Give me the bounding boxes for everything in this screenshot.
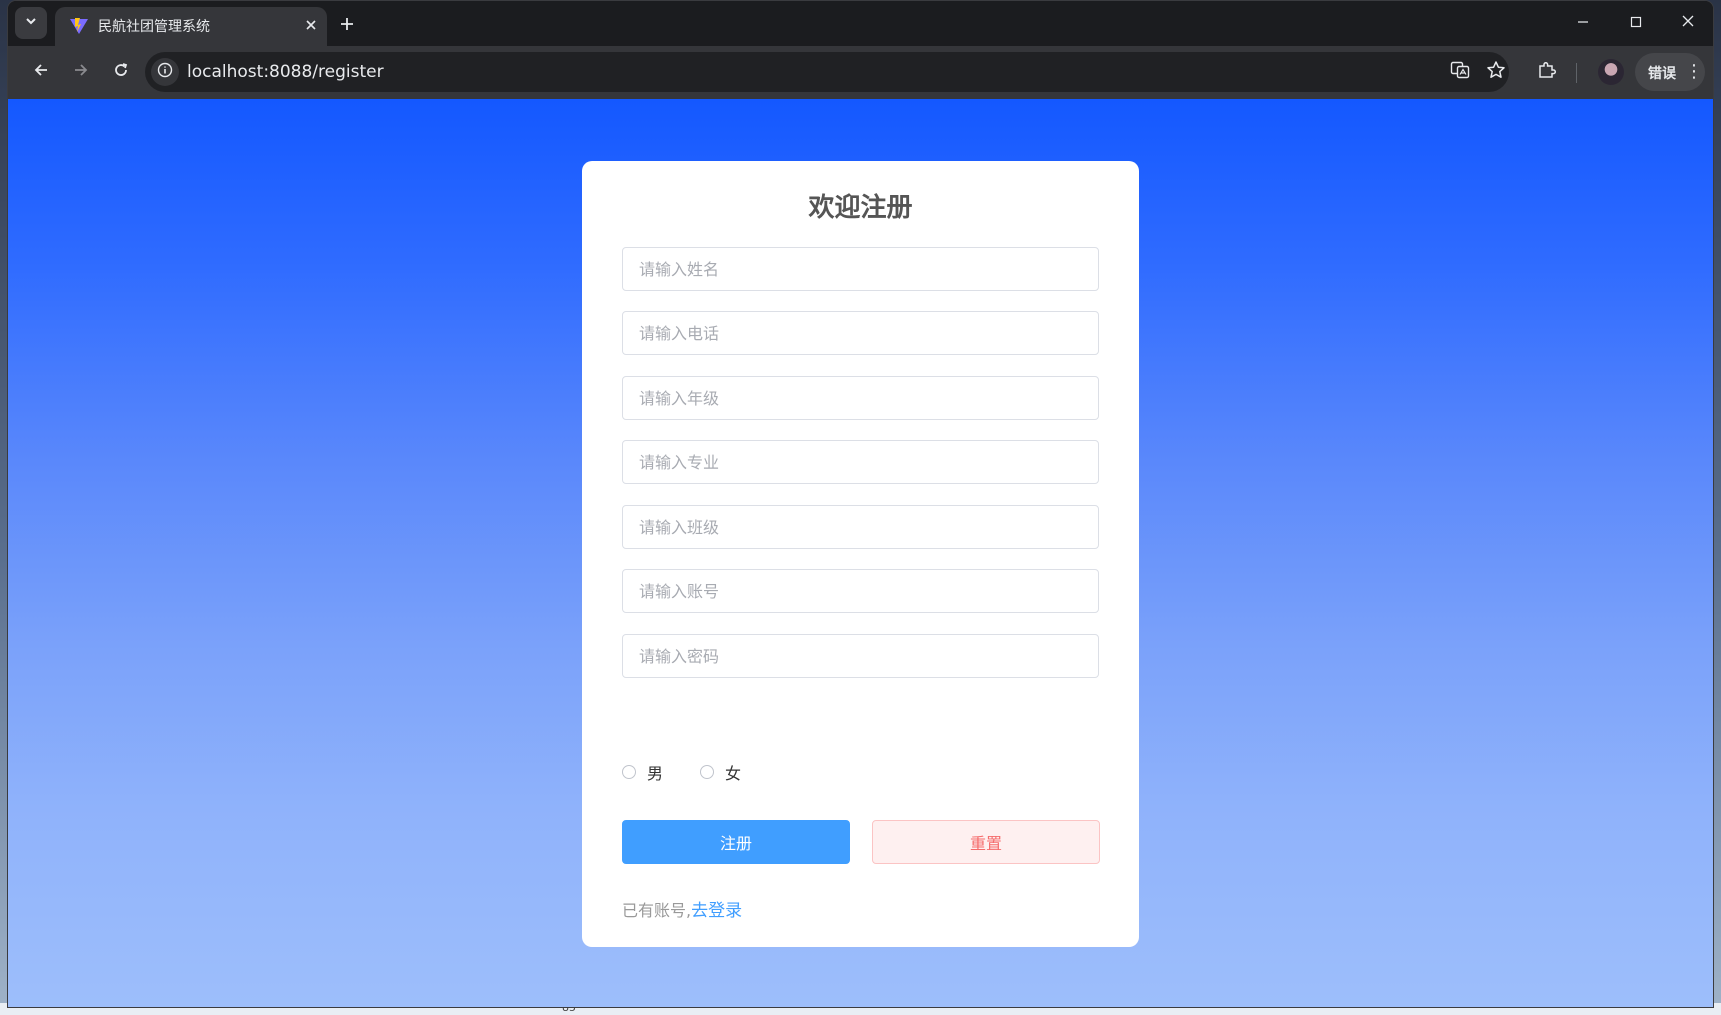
minimize-button[interactable]: [1560, 7, 1606, 39]
grade-input[interactable]: [623, 377, 1098, 419]
account-field[interactable]: [622, 569, 1099, 613]
url-text: localhost:8088/register: [187, 62, 384, 82]
login-hint: 已有账号,去登录: [622, 896, 742, 921]
error-chip-label: 错误: [1648, 66, 1676, 82]
register-button[interactable]: 注册: [622, 820, 850, 864]
tab-search-button[interactable]: [15, 7, 47, 39]
info-icon: [157, 62, 173, 82]
star-icon: [1486, 60, 1506, 85]
error-chip-button[interactable]: 错误 ⋮: [1635, 53, 1705, 91]
forward-button[interactable]: [65, 56, 97, 88]
puzzle-icon: [1537, 60, 1557, 85]
page-viewport: 欢迎注册 请输入姓名 请输入电话 请输入年级 请输入专业 请输入班级 请输入账号…: [8, 99, 1713, 1007]
password-field[interactable]: [622, 634, 1099, 678]
reload-icon: [113, 62, 129, 83]
login-hint-text: 已有账号,: [622, 901, 692, 920]
browser-toolbar: localhost:8088/register 错误 ⋮: [8, 46, 1713, 99]
chevron-down-icon: [24, 14, 38, 32]
close-window-button[interactable]: [1665, 7, 1711, 39]
vite-logo-icon: [69, 16, 89, 36]
profile-avatar[interactable]: [1598, 59, 1624, 85]
url-host: localhost: [187, 62, 264, 82]
site-info-button[interactable]: [151, 58, 179, 86]
name-field[interactable]: [622, 247, 1099, 291]
bookmark-button[interactable]: [1484, 60, 1508, 84]
minimize-icon: [1577, 14, 1589, 32]
tab-title: 民航社团管理系统: [98, 19, 210, 35]
maximize-icon: [1630, 14, 1642, 32]
close-icon: [1681, 14, 1695, 32]
browser-tab-active[interactable]: 民航社团管理系统: [55, 7, 327, 46]
register-card: 欢迎注册 请输入姓名 请输入电话 请输入年级 请输入专业 请输入班级 请输入账号…: [582, 161, 1139, 947]
gender-label-female: 女: [725, 764, 742, 783]
tab-strip: 民航社团管理系统: [8, 1, 1713, 46]
phone-field[interactable]: [622, 311, 1099, 355]
extensions-button[interactable]: [1531, 56, 1563, 88]
reload-button[interactable]: [105, 56, 137, 88]
gender-radio-female[interactable]: 女: [700, 760, 741, 784]
url-path: :8088/register: [263, 62, 384, 82]
new-tab-button[interactable]: [331, 9, 363, 41]
close-icon: [305, 16, 317, 35]
major-field[interactable]: [622, 440, 1099, 484]
go-login-link[interactable]: 去登录: [691, 901, 742, 921]
more-vertical-icon[interactable]: ⋮: [1685, 60, 1703, 84]
gender-radio-group: 男 女: [622, 760, 922, 784]
back-button[interactable]: [25, 56, 57, 88]
gender-radio-male[interactable]: 男: [622, 760, 663, 784]
grade-field[interactable]: [622, 376, 1099, 420]
address-bar[interactable]: localhost:8088/register: [145, 52, 1509, 92]
class-field[interactable]: [622, 505, 1099, 549]
major-input[interactable]: [623, 441, 1098, 483]
radio-circle-icon[interactable]: [622, 765, 636, 779]
gender-label-male: 男: [647, 764, 664, 783]
name-input[interactable]: [623, 248, 1098, 290]
password-input[interactable]: [623, 635, 1098, 677]
translate-button[interactable]: [1448, 60, 1472, 84]
browser-window: 民航社团管理系统 localhost:8088/register 错误 ⋮ 欢迎…: [8, 1, 1713, 1007]
radio-circle-icon[interactable]: [700, 765, 714, 779]
phone-input[interactable]: [623, 312, 1098, 354]
tab-close-button[interactable]: [299, 13, 323, 37]
translate-icon: [1450, 60, 1470, 85]
class-input[interactable]: [623, 506, 1098, 548]
account-input[interactable]: [623, 570, 1098, 612]
reset-button[interactable]: 重置: [872, 820, 1100, 864]
page-title: 欢迎注册: [808, 193, 913, 223]
toolbar-separator: [1576, 63, 1577, 83]
arrow-left-icon: [33, 62, 49, 83]
arrow-right-icon: [73, 62, 89, 83]
plus-icon: [339, 13, 355, 38]
maximize-button[interactable]: [1613, 7, 1659, 39]
